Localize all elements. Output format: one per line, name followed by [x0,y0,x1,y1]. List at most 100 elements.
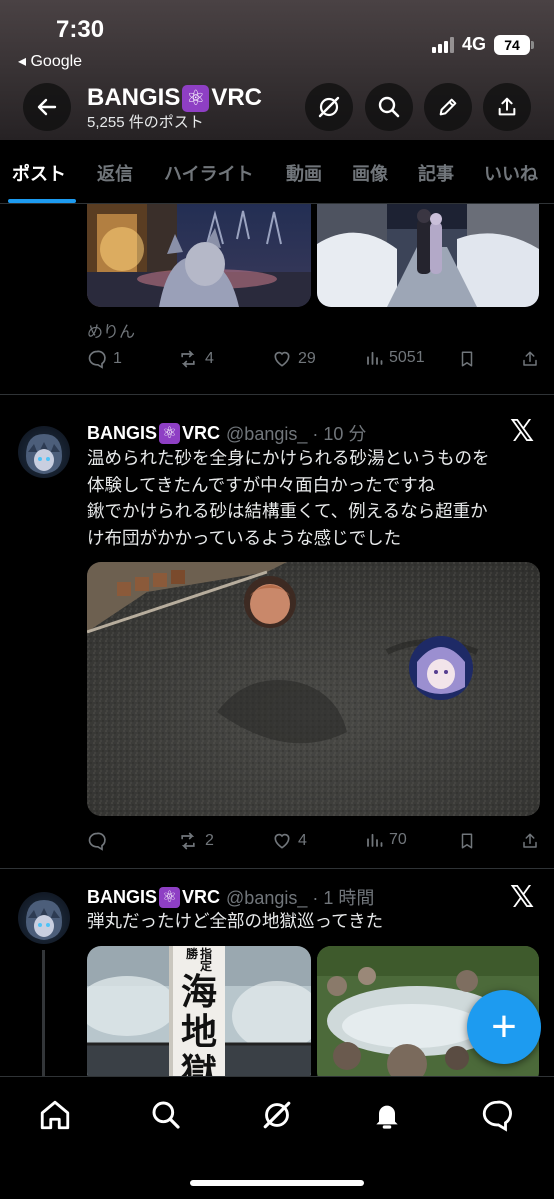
tab-videos[interactable]: 動画 [286,160,322,186]
post-text-line: 鍬でかけられる砂は結構重くて、例えるなら超重か [87,501,488,521]
share-icon [523,351,537,366]
author-name-prefix: BANGIS [87,422,158,443]
account-name-prefix: BANGIS [87,84,181,111]
like-button[interactable]: 29 [272,349,316,369]
messages-icon [482,1100,512,1132]
status-time: 7:30 [56,16,105,43]
nav-grok[interactable] [257,1095,297,1135]
grok-icon [318,96,340,118]
post-header: BANGIS ⚛ VRC @bangis_ · 1 時間 [87,884,374,910]
active-tab-indicator [8,199,76,203]
tab-articles[interactable]: 記事 [418,160,454,186]
author-avatar[interactable] [18,892,70,944]
repost-button[interactable]: 2 [177,831,214,851]
onsen-photo [87,204,311,307]
x-logo-icon: 𝕏 [510,414,535,449]
heart-icon [274,351,290,367]
share-button[interactable] [483,83,531,131]
author-name[interactable]: BANGIS ⚛ VRC [87,886,221,908]
back-arrow-icon [37,98,57,116]
back-button[interactable] [23,83,71,131]
search-icon [152,1101,180,1129]
heart-icon [274,833,290,849]
like-count: 4 [298,832,307,849]
tab-media[interactable]: 画像 [352,160,388,186]
network-type: 4G [461,34,486,54]
bookmark-icon [461,351,473,367]
tab-replies[interactable]: 返信 [97,160,133,186]
author-avatar[interactable] [18,426,70,478]
reply-button[interactable]: 1 [87,349,122,369]
avatar-image [26,900,62,940]
reply-count: 1 [113,350,122,367]
back-to-app-link[interactable]: ◂ Google [18,51,82,71]
view-count: 5051 [389,349,425,366]
sign-char: 地 [180,1011,217,1053]
post-text-line: け布団がかかっているような感じでした [87,527,402,548]
post-image-sand-bath[interactable] [87,562,540,816]
atom-emoji-icon: ⚛ [159,886,181,908]
post-text: 温められた砂を全身にかけられる砂湯というものを 体験してきたんですが中々面白かっ… [87,445,537,551]
profile-header: 7:30 ◂ Google 4G 74 BANGIS ⚛ VRC 5,255 件… [0,0,554,140]
post-divider [0,868,554,869]
share-post-button[interactable] [521,831,539,851]
nav-home[interactable] [35,1095,75,1135]
bookmark-button[interactable] [458,349,476,369]
sign-board: 勝 指 定 海 地 獄 [175,946,223,1076]
post-image-onsen-night[interactable] [87,204,311,307]
share-post-button[interactable] [521,349,539,369]
grok-button[interactable] [305,83,353,131]
views-icon [367,351,383,365]
handle-and-time: @bangis_ · 1 時間 [226,888,375,908]
author-name[interactable]: BANGIS ⚛ VRC [87,422,221,444]
post-divider [0,394,554,395]
bookmark-button[interactable] [458,831,476,851]
author-name-prefix: BANGIS [87,886,158,907]
home-indicator [190,1180,364,1186]
repost-button[interactable]: 4 [177,349,214,369]
handle-and-time: @bangis_ · 10 分 [226,424,367,444]
reply-button[interactable] [87,831,113,851]
post-image-sea-hell[interactable]: 勝 指 定 海 地 獄 [87,946,311,1076]
post-image-snow-street[interactable] [317,204,539,307]
nav-messages[interactable] [477,1095,517,1135]
edit-button[interactable] [424,83,472,131]
battery-level: 74 [494,34,530,55]
tab-posts[interactable]: ポスト [12,160,66,186]
nav-notifications[interactable] [367,1095,407,1135]
post-text-line: 温められた砂を全身にかけられる砂湯というものを [87,448,490,468]
plus-icon: + [491,1002,517,1051]
media-caption: めりん [87,324,136,341]
profile-tabs: ポスト 返信 ハイライト 動画 画像 記事 いいね [0,140,554,204]
post-text-line: 弾丸だったけど全部の地獄巡ってきた [87,911,384,931]
post-header: BANGIS ⚛ VRC @bangis_ · 10 分 [87,420,366,446]
repost-count: 4 [205,350,214,367]
views-button[interactable]: 5051 [365,349,425,367]
author-name-suffix: VRC [182,886,221,907]
share-icon [498,97,516,116]
compose-post-button[interactable]: + [467,990,541,1064]
reply-icon [88,350,106,369]
repost-count: 2 [205,832,214,849]
search-button[interactable] [365,83,413,131]
post-text: 弾丸だったけど全部の地獄巡ってきた [87,908,537,935]
nav-search[interactable] [146,1095,186,1135]
author-name-suffix: VRC [182,422,221,443]
repost-icon [181,832,195,850]
views-button[interactable]: 70 [365,831,407,849]
view-count: 70 [389,831,407,848]
sign-char: 勝 [185,947,198,961]
bookmark-icon [461,833,473,849]
sand-bath-photo [87,562,540,816]
tab-likes[interactable]: いいね [484,160,538,186]
account-name: BANGIS ⚛ VRC [87,84,262,112]
like-button[interactable]: 4 [272,831,307,851]
post-count: 5,255 件のポスト [87,114,204,131]
thread-line [42,950,45,1076]
signal-icon [431,36,454,53]
share-icon [523,833,537,848]
repost-icon [181,350,195,368]
snow-photo [317,204,539,307]
tab-highlights[interactable]: ハイライト [164,160,254,186]
reply-icon [88,832,106,851]
